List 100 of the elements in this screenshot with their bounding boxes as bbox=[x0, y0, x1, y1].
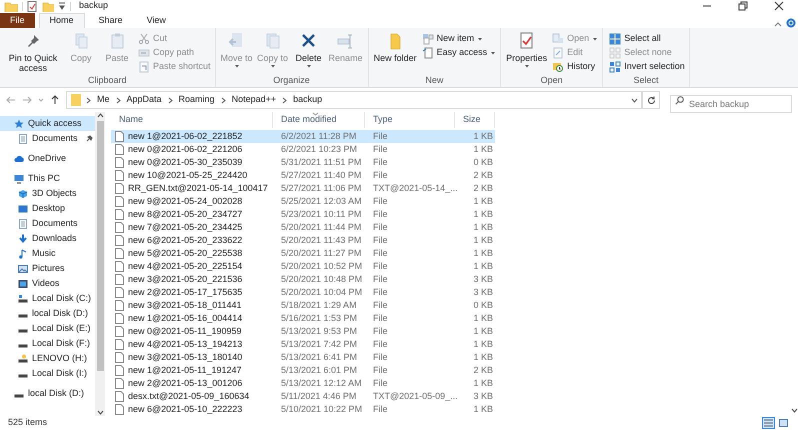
breadcrumb[interactable]: Notepad++ bbox=[230, 93, 278, 107]
group-label: Clipboard bbox=[87, 74, 128, 87]
file-row[interactable]: new 5@2021-05-20_225538 5/20/2021 11:27 PM File 1 KB bbox=[111, 247, 495, 260]
file-icon bbox=[115, 131, 124, 142]
file-menu-button[interactable]: File bbox=[0, 13, 35, 28]
column-header[interactable]: Name bbox=[111, 112, 273, 128]
window-title: backup bbox=[79, 0, 108, 12]
file-row[interactable]: new 1@2021-05-11_191247 5/13/2021 6:01 PM File 2 KB bbox=[111, 364, 495, 377]
nav-item[interactable]: Local Disk (F:) bbox=[0, 336, 95, 351]
open-icon bbox=[552, 32, 564, 44]
file-icon bbox=[115, 144, 124, 155]
nav-item[interactable]: LENOVO (H:) bbox=[0, 351, 95, 366]
file-row[interactable]: new 3@2021-05-13_180140 5/13/2021 6:41 PM File 1 KB bbox=[111, 351, 495, 364]
file-row[interactable]: new 9@2021-05-24_002028 5/25/2021 12:03 AM File 1 KB bbox=[111, 195, 495, 208]
breadcrumb[interactable]: Me bbox=[95, 93, 112, 107]
close-icon[interactable] bbox=[774, 1, 784, 11]
type-cell-text: File bbox=[372, 286, 389, 299]
date-cell-text: 6/2/2021 11:28 PM bbox=[280, 130, 358, 143]
file-row[interactable]: new 0@2021-05-30_235039 5/31/2021 11:51 PM File 0 KB bbox=[111, 156, 495, 169]
file-name: new 2@2021-05-13_001206 bbox=[128, 376, 242, 390]
file-row[interactable]: new 1@2021-06-02_221852 6/2/2021 11:28 PM File 1 KB bbox=[111, 130, 495, 143]
file-row[interactable]: new 4@2021-05-13_194213 5/13/2021 7:42 PM File 1 KB bbox=[111, 338, 495, 351]
up-icon[interactable] bbox=[50, 95, 60, 105]
file-row[interactable]: new 2@2021-05-17_175635 5/20/2021 10:04 PM File 3 KB bbox=[111, 286, 495, 299]
date-cell-text: 5/13/2021 12:12 AM bbox=[280, 376, 363, 390]
ribbon-button[interactable]: New item bbox=[422, 32, 496, 45]
large-icons-view-icon bbox=[779, 419, 788, 427]
sort-caret-icon bbox=[312, 112, 319, 116]
file-row[interactable]: new 3@2021-05-20_221536 5/20/2021 10:48 PM File 3 KB bbox=[111, 273, 495, 286]
collapse-ribbon-icon[interactable] bbox=[774, 20, 782, 28]
scroll-down-icon[interactable] bbox=[790, 408, 798, 414]
star-icon bbox=[14, 118, 24, 128]
nav-item[interactable]: Pictures bbox=[0, 261, 95, 276]
nav-item[interactable]: Documents bbox=[0, 131, 95, 146]
nav-item[interactable]: Local Disk (I:) bbox=[0, 366, 95, 381]
nav-item[interactable]: Local Disk (E:) bbox=[0, 321, 95, 336]
nav-item[interactable]: local Disk (D:) bbox=[0, 386, 95, 401]
file-row[interactable]: new 10@2021-05-25_224420 5/27/2021 11:40 PM File 2 KB bbox=[111, 169, 495, 182]
file-row[interactable]: new 0@2021-05-11_190959 5/13/2021 9:53 PM File 1 KB bbox=[111, 325, 495, 338]
scroll-down-icon[interactable] bbox=[96, 410, 104, 416]
nav-item[interactable]: Local Disk (C:) bbox=[0, 291, 95, 306]
ribbon-button[interactable]: Delete bbox=[292, 32, 326, 69]
size-cell-text: 1 KB bbox=[472, 402, 494, 416]
file-row[interactable]: RR_GEN.txt@2021-05-14_100417 5/27/2021 11:06 PM TXT@2021-05-14_... 2 KB bbox=[111, 182, 495, 195]
column-header[interactable]: Date modified bbox=[273, 112, 365, 128]
restore-icon[interactable] bbox=[738, 1, 748, 11]
nav-item[interactable]: Quick access bbox=[0, 116, 95, 131]
details-view-button[interactable] bbox=[762, 417, 775, 429]
ribbon-tab[interactable]: Home bbox=[38, 13, 85, 28]
file-row[interactable]: new 1@2021-05-16_004414 5/16/2021 1:53 PM File 1 KB bbox=[111, 312, 495, 325]
address-bar[interactable]: Me AppData Roaming Notepad++ backup bbox=[66, 91, 642, 109]
file-row[interactable]: new 0@2021-06-02_221206 6/2/2021 10:23 PM File 1 KB bbox=[111, 143, 495, 156]
nav-item[interactable]: Music bbox=[0, 246, 95, 261]
ribbon-button[interactable]: New folder bbox=[372, 32, 418, 63]
breadcrumb[interactable]: backup bbox=[291, 93, 324, 107]
type-cell-text: File bbox=[372, 402, 389, 416]
ribbon-button[interactable]: Properties bbox=[505, 32, 548, 69]
scroll-up-icon[interactable] bbox=[96, 112, 104, 118]
large-icons-view-button[interactable] bbox=[777, 417, 790, 429]
nav-item[interactable]: 3D Objects bbox=[0, 186, 95, 201]
nav-item[interactable]: Desktop bbox=[0, 201, 95, 216]
file-icon bbox=[115, 196, 124, 207]
ribbon-tab[interactable]: Share bbox=[88, 13, 133, 28]
search-field[interactable]: Search backup bbox=[670, 95, 792, 113]
nav-item[interactable]: Documents bbox=[0, 216, 95, 231]
date-cell-text: 5/20/2021 11:44 PM bbox=[280, 220, 362, 234]
file-icon bbox=[115, 248, 124, 259]
file-row[interactable]: desx.txt@2021-05-09_160634 5/11/2021 4:46 PM TXT@2021-05-09_... 3 KB bbox=[111, 390, 495, 403]
file-icon bbox=[115, 365, 124, 376]
breadcrumb[interactable]: Roaming bbox=[176, 93, 217, 107]
file-row[interactable]: new 3@2021-05-18_011441 5/18/2021 1:29 AM File 0 KB bbox=[111, 299, 495, 312]
nav-item[interactable]: OneDrive bbox=[0, 151, 95, 166]
ribbon-button[interactable]: History bbox=[552, 60, 598, 73]
refresh-button[interactable] bbox=[642, 91, 660, 109]
column-header[interactable]: Size bbox=[455, 112, 495, 128]
scrollbar-thumb[interactable] bbox=[96, 121, 104, 371]
breadcrumb[interactable]: AppData bbox=[124, 93, 164, 107]
file-row[interactable]: new 6@2021-05-10_222223 5/10/2021 10:22 PM File 1 KB bbox=[111, 403, 495, 416]
ribbon-button[interactable]: Easy access bbox=[422, 46, 496, 59]
copy-icon bbox=[264, 32, 282, 50]
file-name: new 6@2021-05-20_233622 bbox=[128, 234, 242, 247]
properties-icon[interactable] bbox=[27, 0, 38, 12]
ribbon-tab[interactable]: View bbox=[136, 13, 176, 28]
file-row[interactable]: new 6@2021-05-20_233622 5/20/2021 11:43 PM File 1 KB bbox=[111, 234, 495, 247]
film-icon bbox=[18, 278, 28, 288]
file-row[interactable]: new 7@2021-05-20_234425 5/20/2021 11:44 PM File 1 KB bbox=[111, 221, 495, 234]
cube-icon bbox=[18, 188, 28, 198]
caret-icon[interactable] bbox=[58, 1, 66, 11]
nav-item[interactable]: Videos bbox=[0, 276, 95, 291]
nav-item[interactable]: local Disk (D:) bbox=[0, 306, 95, 321]
column-header[interactable]: Type bbox=[365, 112, 455, 128]
ribbon-button[interactable]: Invert selection bbox=[609, 60, 685, 73]
nav-item[interactable]: This PC bbox=[0, 171, 95, 186]
file-row[interactable]: new 2@2021-05-13_001206 5/13/2021 12:12 AM File 1 KB bbox=[111, 377, 495, 390]
nav-item[interactable]: Downloads bbox=[0, 231, 95, 246]
size-cell-text: 1 KB bbox=[472, 260, 494, 273]
ribbon-button[interactable]: Select all bbox=[609, 32, 685, 45]
ribbon-button[interactable]: Pin to Quick access bbox=[4, 32, 62, 73]
file-row[interactable]: new 4@2021-05-20_225154 5/20/2021 10:52 PM File 1 KB bbox=[111, 260, 495, 273]
file-row[interactable]: new 8@2021-05-20_234727 5/23/2021 10:11 PM File 1 KB bbox=[111, 208, 495, 221]
